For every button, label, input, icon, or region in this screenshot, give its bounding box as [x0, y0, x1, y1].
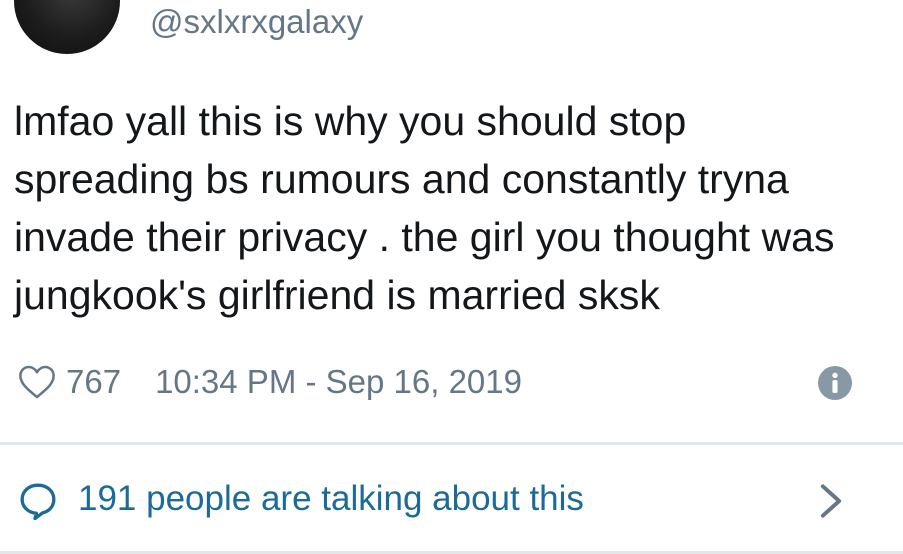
user-handle[interactable]: @sxlxrxgalaxy	[150, 2, 363, 42]
chevron-right-icon[interactable]	[818, 483, 844, 519]
conversation-link[interactable]: 191 people are talking about this	[0, 445, 903, 551]
tweet-timestamp[interactable]: 10:34 PM - Sep 16, 2019	[155, 363, 522, 401]
tweet-text: lmfao yall this is why you should stop s…	[14, 98, 835, 318]
avatar[interactable]	[14, 0, 120, 54]
heart-icon[interactable]	[18, 364, 56, 400]
info-icon[interactable]	[818, 366, 852, 400]
tweet-meta-row: 767 10:34 PM - Sep 16, 2019	[18, 360, 522, 404]
conversation-link-label[interactable]: 191 people are talking about this	[78, 477, 584, 521]
like-count: 767	[66, 363, 122, 400]
speech-bubble-icon	[20, 483, 56, 521]
